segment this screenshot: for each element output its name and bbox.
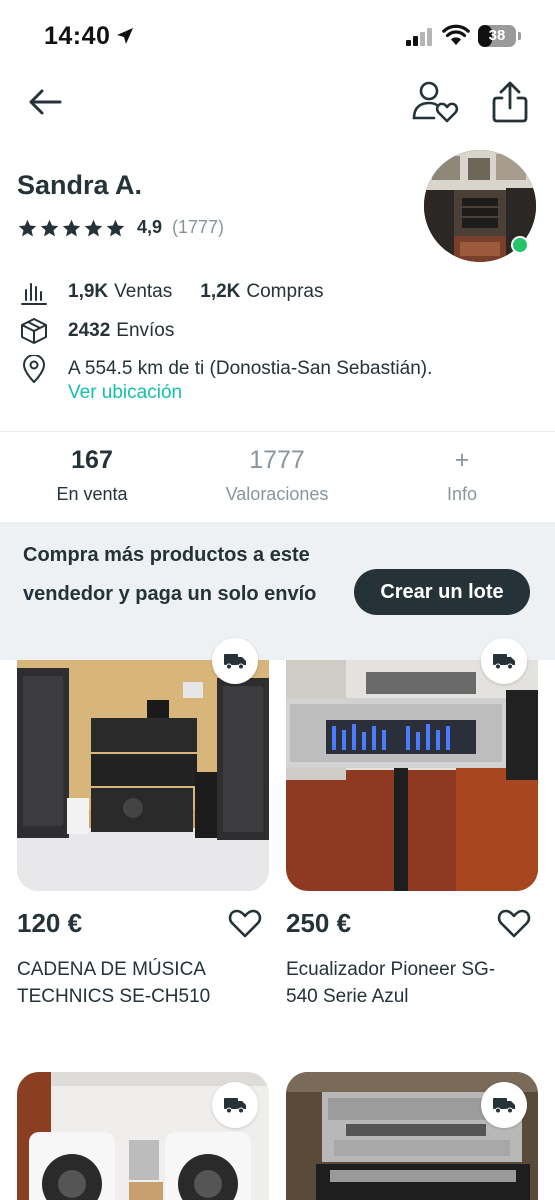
tab-reviews-label: Valoraciones	[225, 484, 329, 504]
battery-indicator: 38	[478, 25, 516, 47]
wifi-icon	[442, 24, 470, 45]
stats-shipments-row: 2432 Envíos	[18, 317, 174, 345]
package-icon	[21, 318, 47, 344]
tab-reviews[interactable]: 1777 Valoraciones	[202, 446, 352, 505]
location-pin-icon	[23, 355, 45, 383]
divider	[0, 431, 555, 432]
battery-level: 38	[488, 27, 506, 44]
bundle-banner-text: Compra más productos a este vendedor y p…	[23, 544, 317, 605]
shipping-badge	[212, 638, 258, 684]
sales-count: 1,9K	[68, 281, 109, 302]
cellular-signal-icon	[406, 28, 432, 46]
truck-icon	[493, 1098, 515, 1114]
rating-count[interactable]: (1777)	[172, 217, 224, 238]
truck-icon	[493, 654, 515, 670]
product-card[interactable]	[17, 1072, 269, 1200]
sales-label: Ventas	[114, 281, 173, 302]
arrow-left-icon[interactable]	[26, 82, 66, 122]
star-icon	[106, 219, 125, 237]
create-bundle-button[interactable]: Crear un lote	[354, 569, 530, 615]
heart-icon[interactable]	[228, 907, 262, 939]
product-price: 250 €	[286, 908, 352, 938]
bar-chart-icon	[21, 283, 47, 305]
user-heart-icon[interactable]	[410, 80, 462, 124]
tab-info[interactable]: + Info	[387, 446, 537, 505]
product-price: 120 €	[17, 908, 83, 938]
online-indicator	[511, 236, 529, 254]
tab-on-sale[interactable]: 167 En venta	[17, 446, 167, 505]
tab-on-sale-count: 167	[71, 446, 113, 474]
star-icon	[18, 219, 37, 237]
star-icon	[40, 219, 59, 237]
purchases-label: Compras	[246, 281, 324, 302]
star-icon	[62, 219, 81, 237]
battery-cap	[518, 32, 521, 40]
location-arrow-icon	[117, 28, 133, 44]
stats-sales-row: 1,9K Ventas 1,2K Compras	[18, 278, 323, 306]
truck-icon	[224, 1098, 246, 1114]
product-card[interactable]	[286, 1072, 538, 1200]
product-image[interactable]	[17, 660, 269, 891]
shipments-count: 2432	[68, 320, 111, 341]
bundle-banner: Compra más productos a este vendedor y p…	[0, 522, 555, 660]
heart-icon[interactable]	[497, 907, 531, 939]
shipments-label: Envíos	[116, 320, 175, 341]
status-time: 14:40	[44, 22, 111, 50]
product-title[interactable]: Ecualizador Pioneer SG-540 Serie Azul	[286, 956, 526, 1010]
location-text: A 554.5 km de ti (Donostia-San Sebastián…	[68, 358, 433, 379]
star-icon	[84, 219, 103, 237]
seller-name: Sandra A.	[17, 170, 143, 200]
tab-info-label: Info	[446, 484, 478, 504]
share-icon[interactable]	[489, 80, 531, 124]
truck-icon	[224, 654, 246, 670]
tab-info-plus: +	[454, 446, 470, 474]
product-photo	[17, 660, 269, 891]
product-title[interactable]: CADENA DE MÚSICA TECHNICS SE-CH510	[17, 956, 257, 1010]
product-card[interactable]: 120 € CADENA DE MÚSICA TECHNICS SE-CH510	[17, 638, 269, 1010]
shipping-badge	[481, 1082, 527, 1128]
product-card[interactable]: 250 € Ecualizador Pioneer SG-540 Serie A…	[286, 638, 538, 1010]
tab-reviews-count: 1777	[249, 446, 305, 474]
shipping-badge	[212, 1082, 258, 1128]
rating-value: 4,9	[137, 217, 163, 237]
tab-on-sale-label: En venta	[56, 484, 128, 504]
stats-location-row: A 554.5 km de ti (Donostia-San Sebastián…	[18, 355, 432, 383]
see-location-link[interactable]: Ver ubicación	[68, 382, 182, 404]
rating-stars	[17, 218, 126, 240]
product-photo	[286, 660, 538, 891]
product-image[interactable]	[286, 660, 538, 891]
purchases-count: 1,2K	[200, 281, 241, 302]
shipping-badge	[481, 638, 527, 684]
status-bar: 14:40 38	[0, 0, 555, 70]
